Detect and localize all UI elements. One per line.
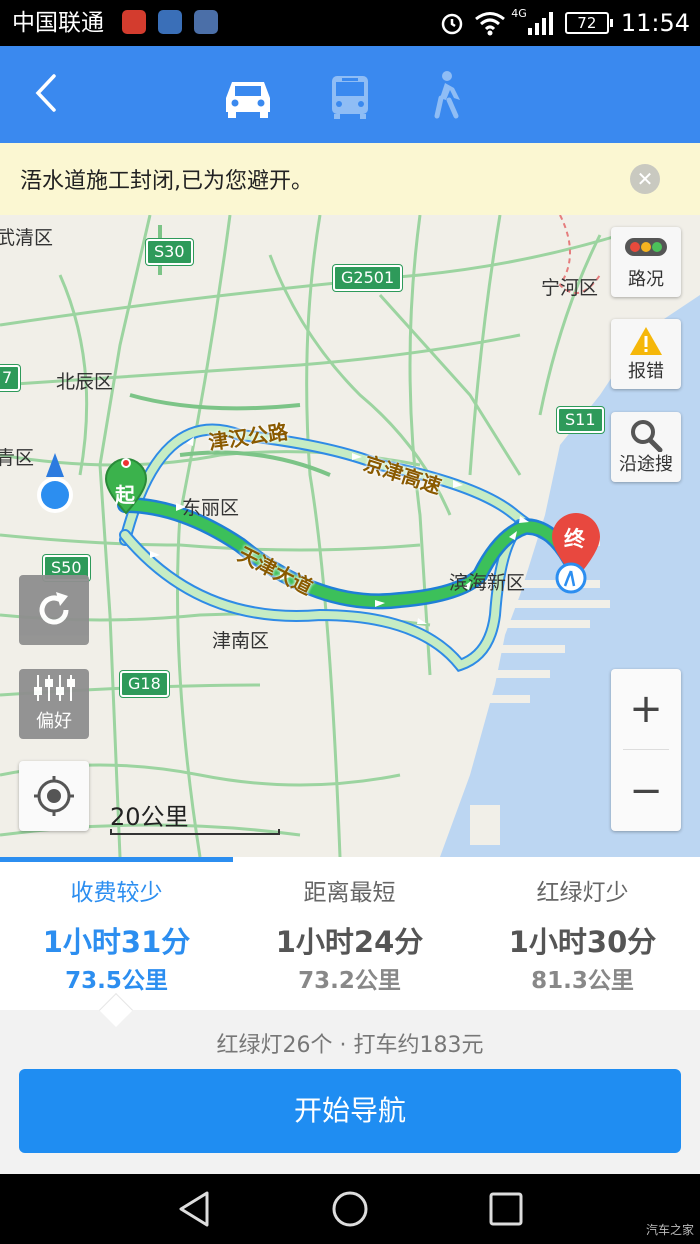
zoom-in-button[interactable]: + <box>611 669 681 749</box>
map-view[interactable]: 武清区 北辰区 青区 东丽区 津南区 宁河区 滨海新区 S30 G2501 S1… <box>0 215 700 857</box>
route-distance: 81.3公里 <box>531 968 634 994</box>
location-notification-icon <box>158 10 182 34</box>
zoom-control: + − <box>611 669 681 831</box>
signal-icon <box>527 12 553 35</box>
highway-shield: S30 <box>146 239 193 265</box>
start-marker-label: 起 <box>115 483 135 507</box>
network-type: 4G <box>511 7 527 20</box>
highway-shield: G18 <box>120 671 169 697</box>
refresh-icon <box>39 592 69 625</box>
watermark: 汽车之家 <box>645 1223 694 1237</box>
sliders-icon <box>34 675 75 701</box>
traffic-label: 路况 <box>628 269 664 290</box>
route-title: 收费较少 <box>70 880 163 906</box>
route-title: 红绿灯少 <box>536 880 629 906</box>
route-option-less-toll[interactable]: 收费较少 1小时31分 73.5公里 <box>0 857 233 1010</box>
walk-icon <box>434 71 460 119</box>
car-icon <box>226 82 270 118</box>
search-icon <box>631 420 663 452</box>
district-label: 滨海新区 <box>449 572 526 594</box>
notice-close-button[interactable]: ✕ <box>630 164 660 194</box>
close-icon: ✕ <box>636 167 654 191</box>
report-error-button[interactable]: 报错 <box>611 319 681 389</box>
route-distance: 73.5公里 <box>65 968 168 994</box>
scale-label: 20公里 <box>110 803 189 831</box>
home-nav-icon[interactable] <box>330 1189 370 1229</box>
route-time: 1小时30分 <box>508 925 657 959</box>
route-distance: 73.2公里 <box>298 968 401 994</box>
health-notification-icon <box>194 10 218 34</box>
district-label: 津南区 <box>212 630 270 652</box>
car-mode-tab[interactable] <box>220 68 276 120</box>
highway-shield: S11 <box>557 407 604 433</box>
district-label: 武清区 <box>0 227 54 249</box>
clock: 11:54 <box>620 9 690 37</box>
zoom-out-button[interactable]: − <box>611 751 681 831</box>
district-label: 宁河区 <box>541 277 599 299</box>
battery-indicator: 72 <box>564 12 613 34</box>
recents-nav-icon[interactable] <box>486 1189 526 1229</box>
district-label: 北辰区 <box>56 371 114 393</box>
crosshair-icon <box>34 776 74 816</box>
preference-button[interactable]: 偏好 <box>19 669 89 739</box>
route-time: 1小时31分 <box>42 925 191 959</box>
notice-bar: 浯水道施工封闭,已为您避开。 ✕ <box>0 143 700 215</box>
alarm-icon <box>442 13 463 35</box>
back-nav-icon[interactable] <box>175 1189 215 1229</box>
search-along-label: 沿途搜 <box>619 454 673 475</box>
route-options: 收费较少 1小时31分 73.5公里 距离最短 1小时24分 73.2公里 红绿… <box>0 857 700 1010</box>
weibo-notification-icon <box>122 10 146 34</box>
bus-icon <box>332 76 368 119</box>
traffic-button[interactable]: 路况 <box>611 227 681 297</box>
locate-button[interactable] <box>19 761 89 831</box>
search-along-button[interactable]: 沿途搜 <box>611 412 681 482</box>
route-title: 距离最短 <box>303 880 396 906</box>
bus-mode-tab[interactable] <box>322 68 378 120</box>
wifi-icon <box>475 12 506 36</box>
highway-shield: 7 <box>0 365 21 391</box>
walk-mode-tab[interactable] <box>420 68 476 120</box>
system-navigation-bar: 汽车之家 <box>0 1174 700 1244</box>
route-option-fewer-lights[interactable]: 红绿灯少 1小时30分 81.3公里 <box>466 857 699 1010</box>
route-time: 1小时24分 <box>275 925 424 959</box>
scale-bar <box>110 829 280 835</box>
preference-label: 偏好 <box>36 711 72 732</box>
traffic-light-icon <box>625 238 667 256</box>
map-canvas <box>0 215 700 857</box>
report-label: 报错 <box>628 361 664 382</box>
district-label: 青区 <box>0 447 35 469</box>
route-header <box>0 46 700 143</box>
chevron-left-icon <box>35 74 56 112</box>
zoom-divider <box>623 749 669 750</box>
carrier-name: 中国联通 <box>12 10 104 36</box>
back-button[interactable] <box>24 68 74 118</box>
warning-icon <box>630 327 662 355</box>
route-summary: 红绿灯26个 · 打车约183元 <box>216 1033 484 1058</box>
district-label: 东丽区 <box>182 497 240 519</box>
highway-shield: G2501 <box>333 265 403 291</box>
refresh-button[interactable] <box>19 575 89 645</box>
start-navigation-button[interactable]: 开始导航 <box>19 1069 681 1153</box>
end-marker-label: 终 <box>564 527 585 551</box>
route-summary-panel: 红绿灯26个 · 打车约183元 开始导航 <box>0 993 700 1174</box>
notice-text: 浯水道施工封闭,已为您避开。 <box>20 169 313 194</box>
status-bar: 中国联通 4G 72 11:54 <box>0 0 700 46</box>
route-option-shortest[interactable]: 距离最短 1小时24分 73.2公里 <box>233 857 466 1010</box>
